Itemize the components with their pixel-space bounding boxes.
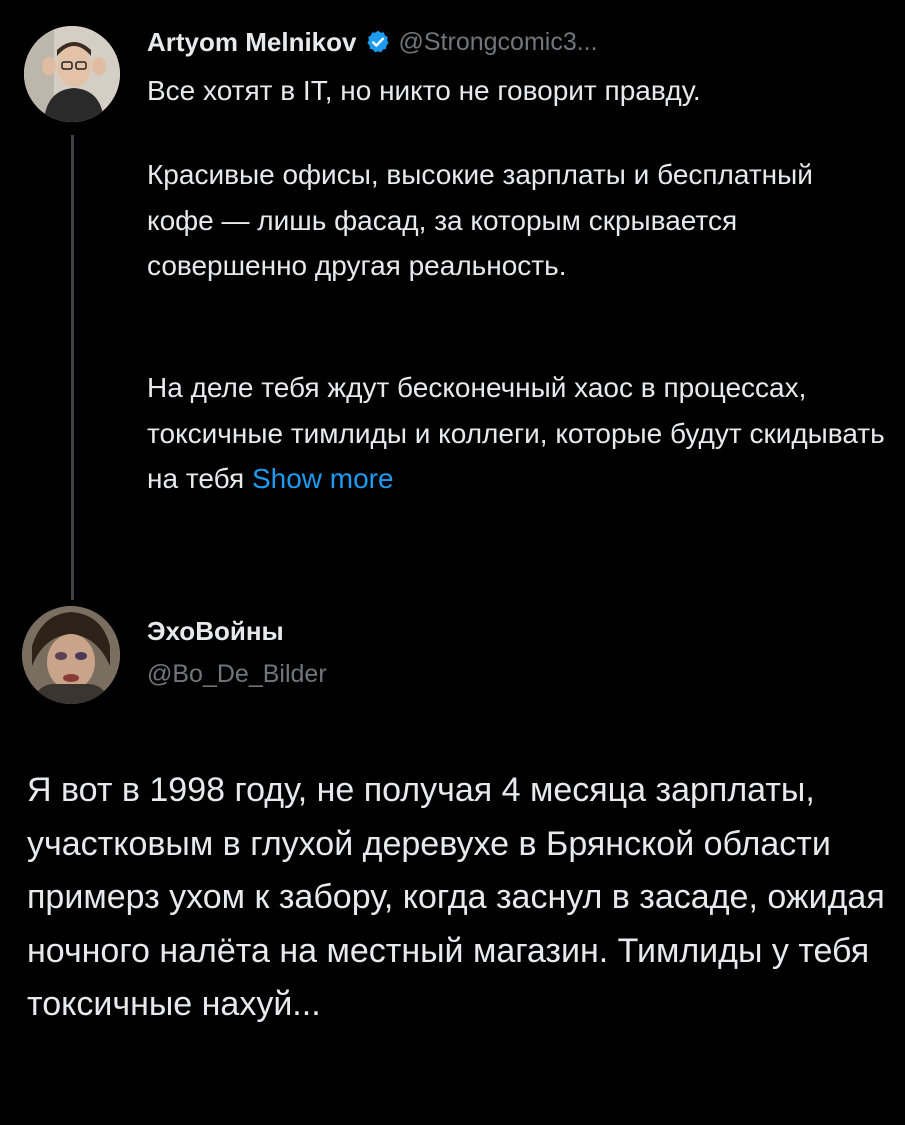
avatar-artyom-melnikov[interactable] (24, 26, 120, 122)
tweet-paragraph-3: На деле тебя ждут бесконечный хаос в про… (147, 365, 887, 502)
verified-badge-icon (365, 29, 391, 55)
reply-author-handle[interactable]: @Bo_De_Bilder (147, 660, 327, 689)
author-display-name[interactable]: Artyom Melnikov (147, 27, 357, 58)
tweet-paragraph-1: Все хотят в IT, но никто не говорит прав… (147, 75, 701, 106)
tweet-paragraph-2: Красивые офисы, высокие зарплаты и беспл… (147, 159, 813, 281)
reply-author-display-name[interactable]: ЭхоВойны (147, 616, 284, 647)
avatar-echo-voyny[interactable] (22, 606, 120, 704)
avatar-portrait-image (24, 26, 120, 122)
show-more-link[interactable]: Show more (252, 463, 394, 494)
thread-connector-line (71, 135, 74, 600)
author-handle[interactable]: @Strongcomic3... (399, 28, 598, 57)
avatar-portrait-image (22, 606, 120, 704)
reply-body-text: Я вот в 1998 году, не получая 4 месяца з… (27, 771, 885, 1023)
tweet-header: Artyom Melnikov @Strongcomic3... (147, 22, 598, 62)
